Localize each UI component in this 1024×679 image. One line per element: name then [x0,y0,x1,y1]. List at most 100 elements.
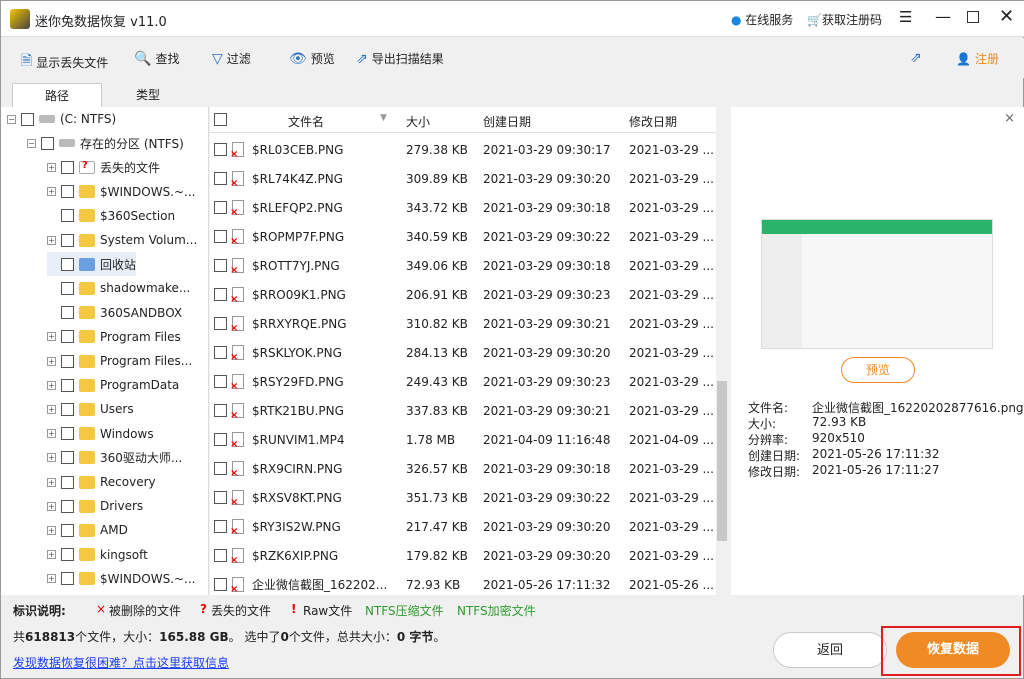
tree-node[interactable]: + Recovery [47,470,156,494]
expand-icon[interactable]: + [47,404,56,414]
tab-path[interactable]: 路径 [12,83,102,107]
close-button[interactable]: ✕ [999,6,1014,27]
tree-checkbox[interactable] [61,572,74,586]
table-row[interactable]: $ROPMP7F.PNG 340.59 KB 2021-03-29 09:30:22… [210,222,716,251]
tree-checkbox[interactable] [61,185,74,199]
row-checkbox[interactable] [214,578,227,591]
tree-checkbox[interactable] [61,499,74,513]
maximize-button[interactable] [967,11,979,23]
scrollbar-thumb[interactable] [717,381,727,541]
tree-checkbox[interactable] [61,475,74,489]
tree-node[interactable]: + $WINDOWS.~... [47,567,196,591]
register-button[interactable]: 👤 注册 [956,50,999,67]
collapse-icon[interactable]: − [7,114,16,124]
col-created[interactable]: 创建日期 [483,113,531,130]
row-checkbox[interactable] [214,520,227,533]
tree-checkbox[interactable] [61,427,74,441]
tree-node[interactable]: + Program Files [47,325,181,349]
tree-node[interactable]: + AMD [47,518,128,542]
table-row[interactable]: $RRO09K1.PNG 206.91 KB 2021-03-29 09:30:23… [210,280,716,309]
show-lost-files-button[interactable]: 🗎 显示丢失文件 [21,50,108,74]
table-row[interactable]: $RRXYRQE.PNG 310.82 KB 2021-03-29 09:30:21… [210,309,716,338]
tree-node[interactable]: +? 丢失的文件 [47,155,160,179]
tree-node[interactable]: +360驱动大师... [47,446,182,470]
expand-icon[interactable]: + [47,187,56,197]
find-button[interactable]: 🔍 查找 [134,50,179,67]
tree-checkbox[interactable] [61,233,74,247]
tree-node[interactable]: + Program Files... [47,349,192,373]
tree-checkbox[interactable] [61,330,74,344]
table-row[interactable]: $RY3IS2W.PNG 217.47 KB 2021-03-29 09:30:20… [210,512,716,541]
row-checkbox[interactable] [214,317,227,330]
row-checkbox[interactable] [214,172,227,185]
recover-button[interactable]: 恢复数据 [896,632,1010,668]
tree-checkbox[interactable] [61,378,74,392]
tab-type[interactable]: 类型 [103,83,193,107]
expand-icon[interactable]: + [47,525,56,535]
tree-node[interactable]: 回收站 [47,252,137,277]
row-checkbox[interactable] [214,375,227,388]
row-checkbox[interactable] [214,346,227,359]
tree-checkbox[interactable] [61,402,74,416]
sort-down-icon[interactable]: ▼ [380,113,387,123]
tree-node[interactable]: + Drivers [47,494,143,518]
tree-checkbox[interactable] [61,160,74,174]
row-checkbox[interactable] [214,549,227,562]
col-size[interactable]: 大小 [406,113,430,130]
table-row[interactable]: $RL03CEB.PNG 279.38 KB 2021-03-29 09:30:17… [210,135,716,164]
row-checkbox[interactable] [214,491,227,504]
table-row[interactable]: $RSKLYOK.PNG 284.13 KB 2021-03-29 09:30:20… [210,338,716,367]
tree-checkbox[interactable] [41,136,54,150]
tree-checkbox[interactable] [61,354,74,368]
row-checkbox[interactable] [214,288,227,301]
minimize-button[interactable]: — [935,7,951,26]
tree-checkbox[interactable] [61,257,74,271]
table-row[interactable]: 企业微信截图_162202... 72.93 KB 2021-05-26 17:11… [210,570,716,595]
expand-icon[interactable]: + [47,235,56,245]
expand-icon[interactable]: + [47,550,56,560]
row-checkbox[interactable] [214,404,227,417]
help-link[interactable]: 发现数据恢复很困难？点击这里获取信息 [13,654,229,671]
get-register-code-button[interactable]: 🛒获取注册码 [807,11,882,28]
tree-node[interactable]: + ProgramData [47,373,179,397]
expand-icon[interactable]: + [47,501,56,511]
tree-node[interactable]: + System Volum... [47,228,197,252]
tree-node[interactable]: − (C: NTFS) [7,107,116,131]
tree-node[interactable]: + Windows [47,422,154,446]
row-checkbox[interactable] [214,259,227,272]
share-button[interactable]: ⇗ [910,50,922,66]
tree-node[interactable]: + kingsoft [47,543,148,567]
table-row[interactable]: $RLEFQP2.PNG 343.72 KB 2021-03-29 09:30:18… [210,193,716,222]
table-row[interactable]: $ROTT7YJ.PNG 349.06 KB 2021-03-29 09:30:18… [210,251,716,280]
row-checkbox[interactable] [214,143,227,156]
preview-action-button[interactable]: 预览 [841,357,915,383]
table-row[interactable]: $RSY29FD.PNG 249.43 KB 2021-03-29 09:30:23… [210,367,716,396]
menu-icon[interactable]: ☰ [899,8,912,26]
table-row[interactable]: $RXSV8KT.PNG 351.73 KB 2021-03-29 09:30:22… [210,483,716,512]
tree-checkbox[interactable] [21,112,34,126]
table-row[interactable]: $RTK21BU.PNG 337.83 KB 2021-03-29 09:30:21… [210,396,716,425]
collapse-icon[interactable]: − [27,138,36,148]
tree-node[interactable]: 360SANDBOX [47,301,182,325]
filter-button[interactable]: ▽ 过滤 [212,50,251,67]
tree-checkbox[interactable] [61,281,74,295]
row-checkbox[interactable] [214,462,227,475]
row-checkbox[interactable] [214,230,227,243]
tree-checkbox[interactable] [61,523,74,537]
col-modified[interactable]: 修改日期 [629,113,677,130]
expand-icon[interactable]: + [47,380,56,390]
tree-node[interactable]: shadowmake... [47,276,190,300]
select-all-checkbox[interactable] [214,113,227,126]
tree-node[interactable]: + Users [47,397,134,421]
back-button[interactable]: 返回 [773,632,887,668]
col-filename[interactable]: 文件名 [288,113,324,130]
expand-icon[interactable]: + [47,356,56,366]
expand-icon[interactable]: + [47,453,56,463]
table-row[interactable]: $RZK6XIP.PNG 179.82 KB 2021-03-29 09:30:20… [210,541,716,570]
tree-node[interactable]: + $WINDOWS.~... [47,180,196,204]
tree-node[interactable]: − 存在的分区 (NTFS) [27,131,184,155]
tree-checkbox[interactable] [61,451,74,465]
expand-icon[interactable]: + [47,162,56,172]
online-service-button[interactable]: ● 在线服务 [731,11,793,28]
table-row[interactable]: $RUNVIM1.MP4 1.78 MB 2021-04-09 11:16:48 20… [210,425,716,454]
